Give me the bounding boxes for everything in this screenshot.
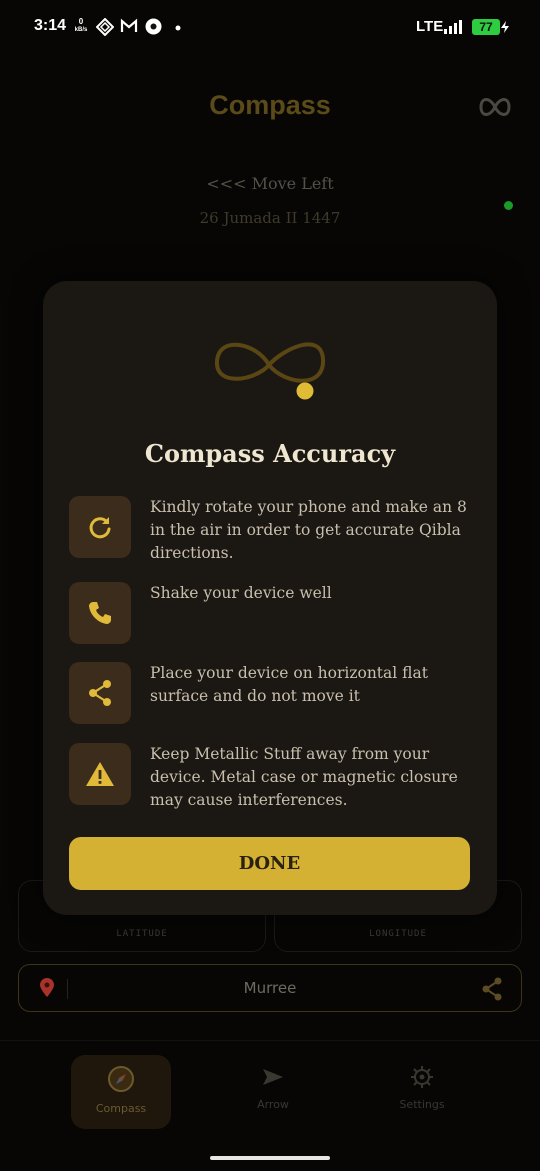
status-bar: 3:14 0 kB/s LTE 77 <box>0 0 540 56</box>
vpn-diamond-icon <box>96 18 114 36</box>
charging-bolt-icon <box>501 21 509 33</box>
signal-strength-icon <box>444 20 462 34</box>
nav-settings[interactable]: Settings <box>372 1055 472 1129</box>
app-notification-icon <box>145 18 162 35</box>
tip-text: Place your device on horizontal flat sur… <box>150 664 428 705</box>
battery-indicator: 77 <box>472 19 500 35</box>
refresh-icon <box>89 517 111 539</box>
tip-icon-tile <box>69 743 131 805</box>
more-notifications-dot-icon <box>175 25 181 31</box>
tip-icon-tile <box>69 496 131 558</box>
network-type: LTE <box>416 18 444 35</box>
dialog-title: Compass Accuracy <box>144 439 396 468</box>
bottom-navigation: Compass Arrow Settings <box>0 1040 540 1171</box>
location-name: Murree <box>243 979 297 997</box>
latitude-label: LATITUDE <box>116 929 168 939</box>
tip-text: Keep Metallic Stuff away from your devic… <box>150 745 458 809</box>
app-title: Compass <box>209 90 331 120</box>
done-button[interactable]: DONE <box>69 837 470 890</box>
calibration-infinity-icon[interactable] <box>478 94 512 120</box>
status-dot <box>504 201 513 210</box>
share-icon <box>89 680 111 706</box>
location-bar[interactable]: Murree <box>18 964 522 1012</box>
arrow-icon <box>263 1069 283 1085</box>
data-speed-indicator: 0 kB/s <box>74 17 88 34</box>
compass-icon <box>108 1066 134 1092</box>
figure-eight-motion-icon <box>214 342 326 400</box>
status-time: 3:14 <box>34 17 67 34</box>
move-direction-hint: <<< Move Left <box>206 174 334 193</box>
nav-compass[interactable]: Compass <box>71 1055 171 1129</box>
gear-icon <box>411 1066 433 1088</box>
share-location-icon[interactable] <box>481 977 503 1001</box>
tip-icon-tile <box>69 582 131 644</box>
tip-text: Shake your device well <box>150 584 332 602</box>
nav-compass-label: Compass <box>95 1102 147 1115</box>
tip-icon-tile <box>69 662 131 724</box>
compass-accuracy-dialog: Compass Accuracy Kindly rotate your phon… <box>43 281 497 915</box>
phone-icon <box>89 602 111 624</box>
nav-arrow[interactable]: Arrow <box>223 1055 323 1129</box>
home-indicator[interactable] <box>210 1156 330 1160</box>
nav-arrow-label: Arrow <box>257 1098 289 1111</box>
longitude-label: LONGITUDE <box>369 929 427 939</box>
tip-text: Kindly rotate your phone and make an 8 i… <box>150 498 467 562</box>
warning-icon <box>86 762 114 786</box>
nav-settings-label: Settings <box>399 1098 445 1111</box>
gmail-icon <box>120 18 138 32</box>
hijri-date: 26 Jumada II 1447 <box>199 209 341 227</box>
